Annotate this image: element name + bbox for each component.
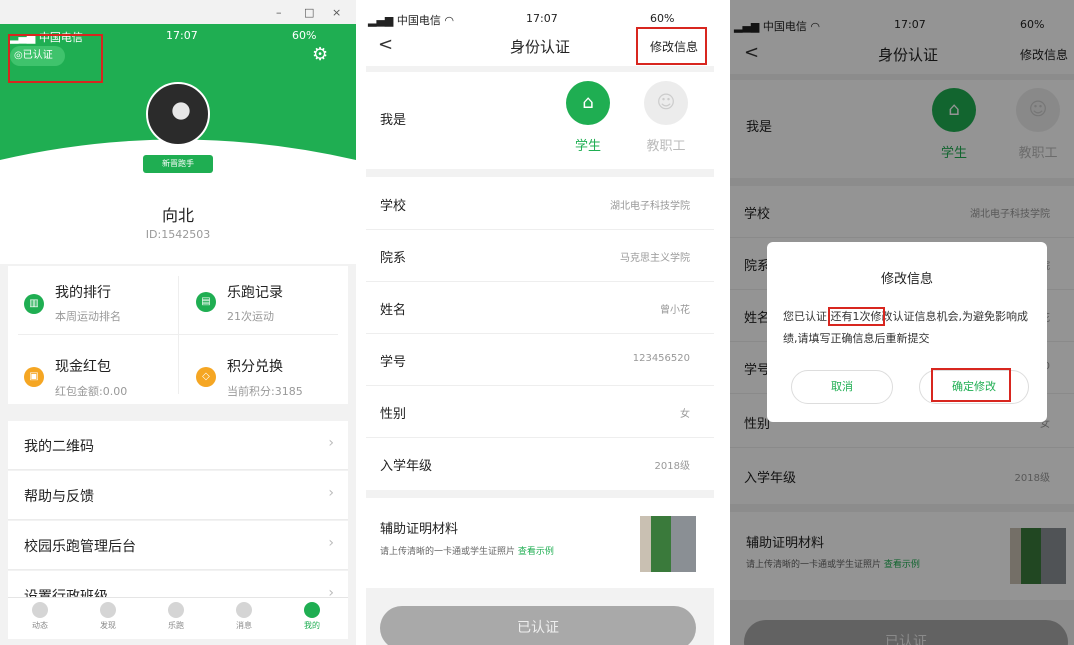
highlight-box xyxy=(8,34,103,83)
tab-discover[interactable]: 发现 xyxy=(83,602,133,631)
role-student[interactable]: ⌂ 学生 xyxy=(562,81,614,154)
status-time: 17:07 xyxy=(166,29,198,42)
chevron-right-icon: › xyxy=(328,535,334,551)
menu-item-qrcode[interactable]: 我的二维码 › xyxy=(8,421,348,470)
card-sub-rank: 本周运动排名 xyxy=(55,310,121,323)
card-sub-points: 当前积分:3185 xyxy=(227,385,303,398)
menu-item-help[interactable]: 帮助与反馈 › xyxy=(8,471,348,520)
user-name: 向北 xyxy=(161,206,194,225)
field-gender[interactable]: 性别女 xyxy=(366,386,714,438)
card-title-points[interactable]: 积分兑换 xyxy=(227,356,283,376)
graduation-cap-icon: ⌂ xyxy=(566,81,610,125)
discover-icon xyxy=(100,602,116,618)
role-staff[interactable]: ☺ 教职工 xyxy=(640,81,692,154)
status-battery: 60% xyxy=(292,29,317,42)
field-department[interactable]: 院系 马克思主义学院 xyxy=(366,230,714,282)
person-icon xyxy=(304,602,320,618)
rank-badge: 新晋跑手 xyxy=(143,155,213,173)
field-school[interactable]: 学校 湖北电子科技学院 xyxy=(366,178,714,230)
card-title-redpacket[interactable]: 现金红包 xyxy=(55,356,111,376)
field-student-id[interactable]: 学号 123456520 xyxy=(366,334,714,386)
submit-button[interactable]: 已认证 xyxy=(380,606,696,645)
field-name[interactable]: 姓名 曾小花 xyxy=(366,282,714,334)
remaining-count-highlight: 还有1次修 xyxy=(827,307,885,326)
feed-icon xyxy=(32,602,48,618)
record-icon: ▤ xyxy=(196,292,216,312)
proof-photo[interactable] xyxy=(640,516,696,572)
iam-label: 我是 xyxy=(380,113,407,128)
identity-screen-modal: ▂▄▆ 中国电信 ◠ 17:07 60% < 身份认证 修改信息 我是 ⌂ 学生… xyxy=(730,0,1074,645)
identity-screen: ▂▄▆ 中国电信 ◠ 17:07 60% < 身份认证 修改信息 我是 ⌂ 学生… xyxy=(366,0,714,645)
cancel-button[interactable]: 取消 xyxy=(791,370,893,404)
tab-bar: 动态 发现 乐跑 消息 我的 xyxy=(8,597,348,639)
divider xyxy=(366,490,714,498)
highlight-box xyxy=(931,368,1011,402)
back-button[interactable]: < xyxy=(378,34,393,55)
close-button[interactable]: × xyxy=(332,6,341,19)
message-icon xyxy=(236,602,252,618)
tab-feed[interactable]: 动态 xyxy=(15,602,65,631)
minimize-button[interactable]: – xyxy=(276,6,282,19)
points-icon: ◇ xyxy=(196,367,216,387)
wifi-icon: ◠ xyxy=(444,14,454,27)
card-title-rank[interactable]: 我的排行 xyxy=(55,282,111,302)
tab-run[interactable]: 乐跑 xyxy=(151,602,201,631)
dialog-title: 修改信息 xyxy=(880,272,933,287)
highlight-box xyxy=(636,27,707,65)
card-title-record[interactable]: 乐跑记录 xyxy=(227,282,283,302)
status-time: 17:07 xyxy=(526,12,558,25)
maximize-button[interactable]: □ xyxy=(304,6,314,19)
status-bar: ▂▄▆ 中国电信 ◠ xyxy=(368,14,454,27)
field-grade[interactable]: 入学年级 2018级 xyxy=(366,438,714,490)
profile-screen: – □ × ▂▄▆ 中国电信 17:07 60% ◎已认证 ⚙ 新晋跑手 向北 … xyxy=(0,0,356,645)
redpacket-icon: ▣ xyxy=(24,367,44,387)
chevron-right-icon: › xyxy=(328,485,334,501)
run-icon xyxy=(168,602,184,618)
view-example-link[interactable]: 查看示例 xyxy=(518,547,554,557)
page-title: 身份认证 xyxy=(510,38,571,56)
tab-messages[interactable]: 消息 xyxy=(219,602,269,631)
divider xyxy=(366,169,714,177)
gear-icon[interactable]: ⚙ xyxy=(312,44,328,65)
card-sub-redpacket: 红包金额:0.00 xyxy=(55,385,128,398)
status-battery: 60% xyxy=(650,12,675,25)
dialog-message: 您已认证,还有1次修改认证信息机会,为避免影响成绩,请填写正确信息后重新提交 xyxy=(783,307,1028,345)
chart-icon: ▥ xyxy=(24,294,44,314)
menu-item-admin[interactable]: 校园乐跑管理后台 › xyxy=(8,521,348,570)
chevron-right-icon: › xyxy=(328,435,334,451)
avatar[interactable] xyxy=(146,82,210,146)
teacher-icon: ☺ xyxy=(644,81,688,125)
material-hint: 请上传清晰的一卡通或学生证照片 查看示例 xyxy=(380,547,554,557)
material-title: 辅助证明材料 xyxy=(380,522,459,537)
tab-mine[interactable]: 我的 xyxy=(287,602,337,631)
user-id: ID:1542503 xyxy=(145,228,211,241)
card-sub-record: 21次运动 xyxy=(227,310,274,323)
signal-icon: ▂▄▆ xyxy=(368,14,394,27)
divider xyxy=(366,66,714,72)
edit-info-dialog: 修改信息 您已认证,还有1次修改认证信息机会,为避免影响成绩,请填写正确信息后重… xyxy=(767,242,1047,422)
